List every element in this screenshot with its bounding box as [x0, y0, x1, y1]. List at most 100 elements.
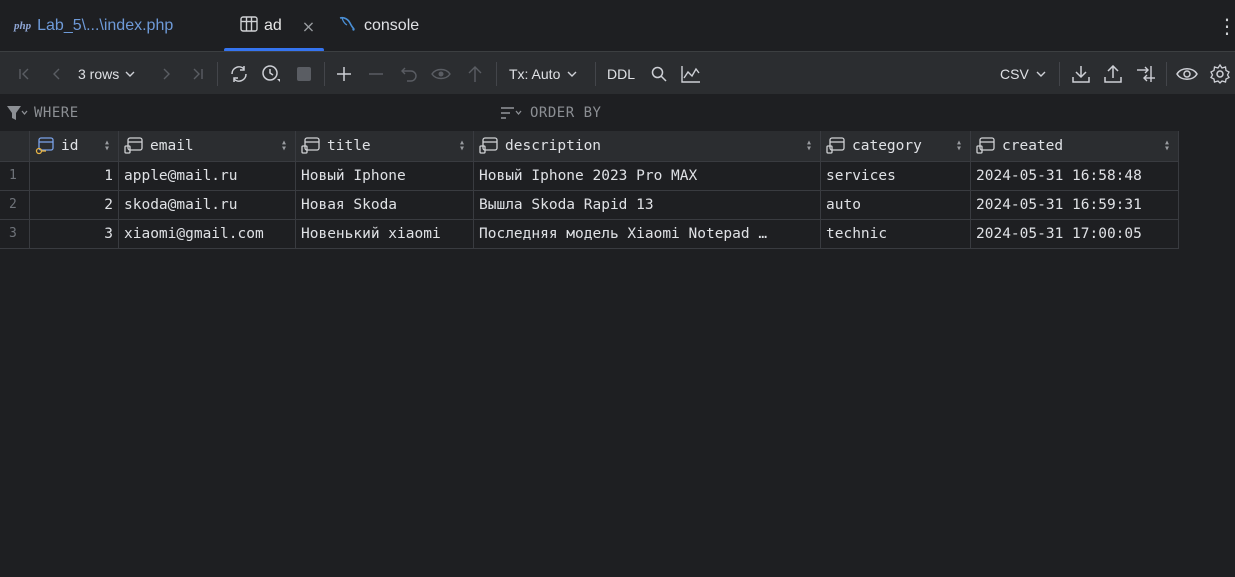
column-icon: [479, 137, 499, 155]
column-header-email[interactable]: email ▴ ▾: [119, 131, 296, 162]
column-icon: [301, 137, 321, 155]
cell-email[interactable]: xiaomi@gmail.com: [119, 220, 296, 249]
sort-lines-icon: [501, 107, 522, 119]
cell-id[interactable]: 3: [30, 220, 119, 249]
sort-arrows-icon[interactable]: ▴ ▾: [806, 131, 812, 161]
cell-category[interactable]: auto: [821, 191, 971, 220]
cell-created[interactable]: 2024-05-31 17:00:05: [971, 220, 1179, 249]
cell-id[interactable]: 1: [30, 162, 119, 191]
import-data-icon[interactable]: [1101, 62, 1125, 86]
data-editor-toolbar: 3 rows Tx: Auto DDL CSV: [0, 52, 1235, 95]
php-file-icon: php: [14, 20, 32, 32]
delete-row-icon[interactable]: [365, 62, 387, 86]
column-header-id[interactable]: id ▴ ▾: [30, 131, 119, 162]
first-page-icon[interactable]: [14, 62, 36, 86]
row-number: 1: [0, 162, 30, 191]
chevron-down-icon: [567, 71, 577, 77]
revert-icon[interactable]: [398, 62, 420, 86]
tab-ad[interactable]: ad ×: [224, 0, 324, 52]
column-header-category[interactable]: category ▴ ▾: [821, 131, 971, 162]
chevron-down-icon: [125, 71, 135, 77]
sort-arrows-icon[interactable]: ▴ ▾: [459, 131, 465, 161]
tab-label: ad: [264, 17, 282, 34]
header-corner: [0, 131, 30, 162]
toolbar-separator: [496, 62, 497, 86]
toolbar-separator: [595, 62, 596, 86]
toolbar-separator: [1166, 62, 1167, 86]
sort-arrows-icon[interactable]: ▴ ▾: [1164, 131, 1170, 161]
column-header-label: id: [61, 137, 79, 154]
previous-page-icon[interactable]: [46, 62, 68, 86]
transaction-mode-dropdown[interactable]: Tx: Auto: [509, 62, 589, 86]
cell-id[interactable]: 2: [30, 191, 119, 220]
cell-title[interactable]: Новый Iphone: [296, 162, 474, 191]
export-data-icon[interactable]: [1069, 62, 1093, 86]
cell-email[interactable]: apple@mail.ru: [119, 162, 296, 191]
tab-label: console: [364, 17, 420, 34]
order-by-placeholder: ORDER BY: [530, 105, 602, 121]
column-header-label: category: [852, 137, 922, 154]
toolbar-separator: [217, 62, 218, 86]
column-icon: [124, 137, 144, 155]
toolbar-separator: [1059, 62, 1060, 86]
chevron-down-icon: [1036, 71, 1046, 77]
column-header-description[interactable]: description ▴ ▾: [474, 131, 821, 162]
column-icon: [826, 137, 846, 155]
search-icon[interactable]: [648, 62, 670, 86]
where-placeholder: WHERE: [34, 105, 79, 121]
last-page-icon[interactable]: [186, 62, 208, 86]
cell-email[interactable]: skoda@mail.ru: [119, 191, 296, 220]
where-filter-input[interactable]: WHERE: [6, 95, 486, 131]
column-header-title[interactable]: title ▴ ▾: [296, 131, 474, 162]
tab-console[interactable]: console: [338, 0, 419, 52]
cell-category[interactable]: technic: [821, 220, 971, 249]
column-header-label: created: [1002, 137, 1064, 154]
order-by-input[interactable]: ORDER BY: [500, 95, 980, 131]
sort-arrows-icon[interactable]: ▴ ▾: [281, 131, 287, 161]
add-row-icon[interactable]: [333, 62, 355, 86]
filter-funnel-icon: [7, 106, 28, 120]
refresh-icon[interactable]: [227, 62, 251, 86]
next-page-icon[interactable]: [155, 62, 177, 86]
column-icon: [976, 137, 996, 155]
column-header-label: title: [327, 137, 371, 154]
export-format-dropdown[interactable]: CSV: [1000, 62, 1050, 86]
table-icon: [240, 16, 258, 36]
column-header-label: description: [505, 137, 602, 154]
cell-title[interactable]: Новая Skoda: [296, 191, 474, 220]
chart-icon[interactable]: [679, 62, 703, 86]
cell-description[interactable]: Вышла Skoda Rapid 13: [474, 191, 821, 220]
toolbar-separator: [324, 62, 325, 86]
sort-arrows-icon[interactable]: ▴ ▾: [104, 131, 110, 161]
mysql-dolphin-icon: [338, 15, 356, 37]
tab-index-php[interactable]: php Lab_5\...\index.php: [14, 0, 173, 52]
editor-tab-bar: php Lab_5\...\index.php ad × console ⋮: [0, 0, 1235, 52]
rows-count-dropdown[interactable]: 3 rows: [78, 62, 148, 86]
export-format-label: CSV: [1000, 66, 1029, 82]
more-options-icon[interactable]: ⋮: [1217, 14, 1235, 38]
stop-icon[interactable]: [293, 62, 315, 86]
settings-gear-icon[interactable]: [1208, 62, 1232, 86]
submit-icon[interactable]: [464, 62, 486, 86]
cell-created[interactable]: 2024-05-31 16:58:48: [971, 162, 1179, 191]
history-clock-icon[interactable]: [259, 62, 283, 86]
row-number: 3: [0, 220, 30, 249]
cell-description[interactable]: Последняя модель Xiaomi Notepad …: [474, 220, 821, 249]
cell-category[interactable]: services: [821, 162, 971, 191]
column-header-label: email: [150, 137, 194, 154]
column-header-created[interactable]: created ▴ ▾: [971, 131, 1179, 162]
primary-key-column-icon: [35, 137, 55, 155]
cell-title[interactable]: Новенький xiaomi: [296, 220, 474, 249]
view-options-eye-icon[interactable]: [1175, 62, 1199, 86]
preview-changes-icon[interactable]: [430, 62, 454, 86]
cell-description[interactable]: Новый Iphone 2023 Pro MAX: [474, 162, 821, 191]
transaction-mode-label: Tx: Auto: [509, 66, 561, 82]
cell-created[interactable]: 2024-05-31 16:59:31: [971, 191, 1179, 220]
sort-arrows-icon[interactable]: ▴ ▾: [956, 131, 962, 161]
rows-count-label: 3 rows: [78, 66, 120, 82]
compare-icon[interactable]: [1134, 62, 1158, 86]
close-tab-icon[interactable]: ×: [302, 17, 315, 36]
ddl-label: DDL: [606, 66, 635, 82]
filter-bar: WHERE ORDER BY: [0, 95, 1235, 131]
ddl-button[interactable]: DDL: [604, 62, 638, 86]
